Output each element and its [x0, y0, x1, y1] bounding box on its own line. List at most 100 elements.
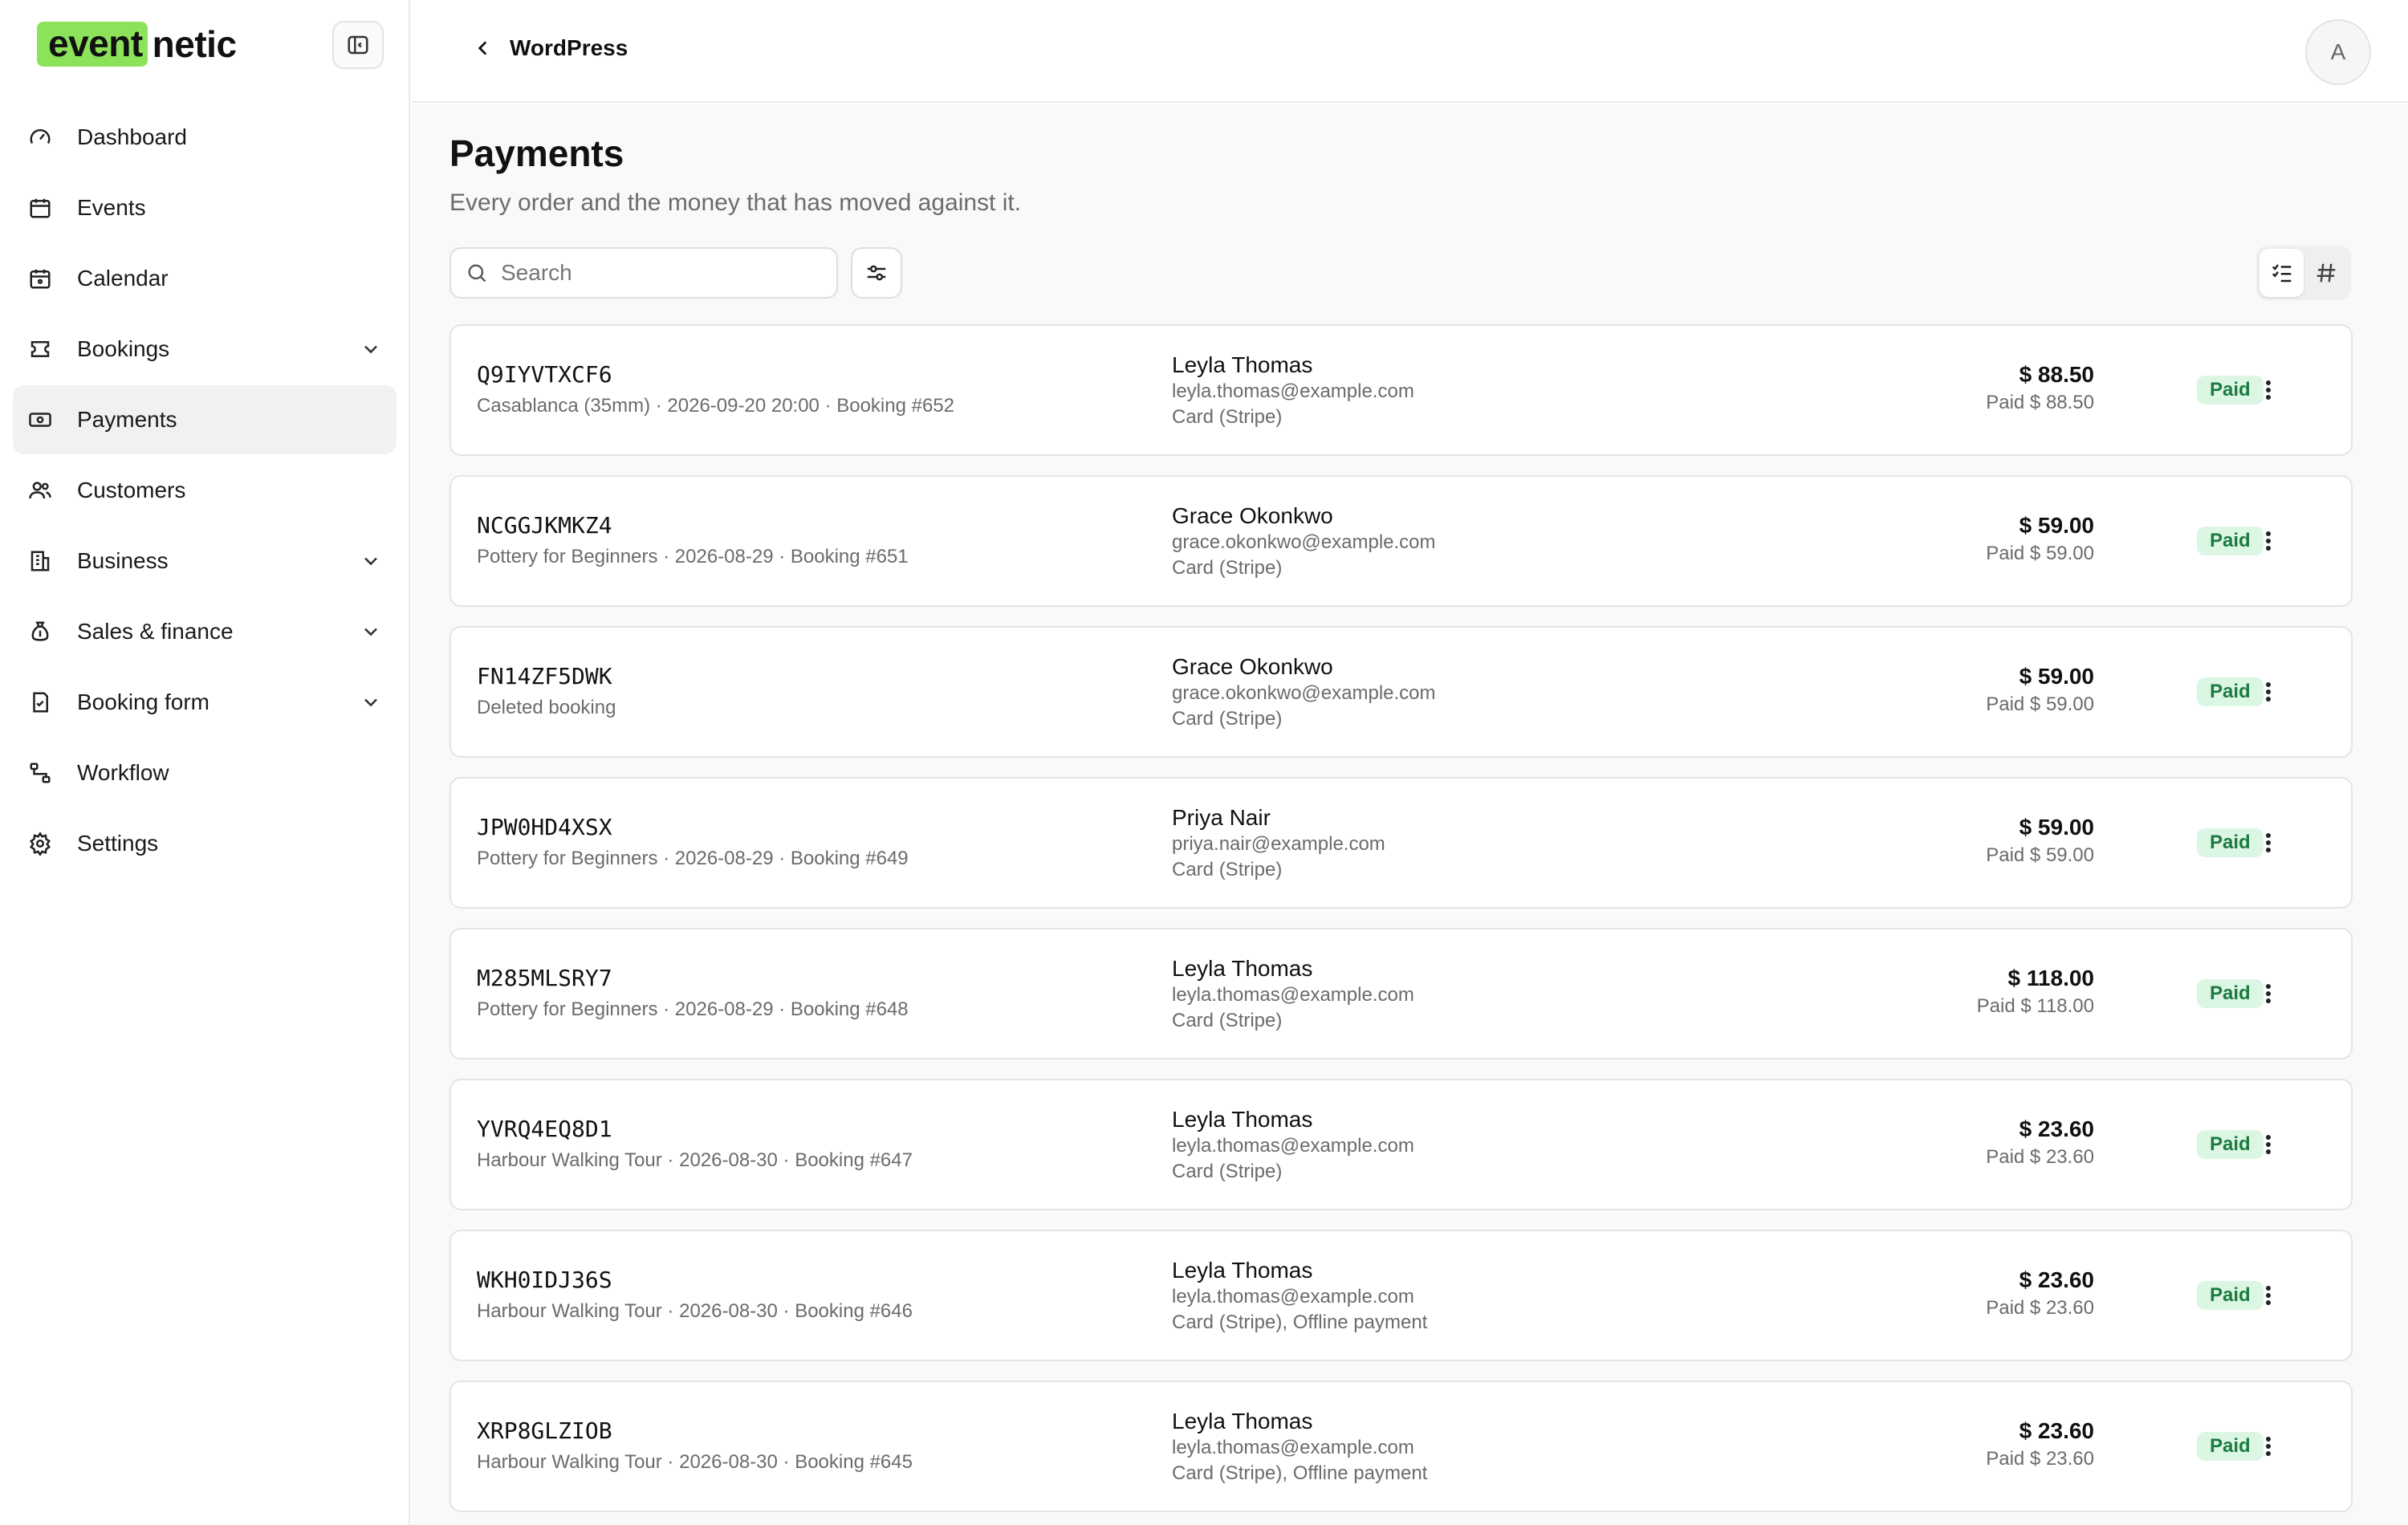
order-meta: Pottery for Beginners · 2026-08-29 · Boo… — [477, 848, 909, 869]
payment-row[interactable]: Q9IYVTXCF6 Casablanca (35mm) · 2026-09-2… — [449, 324, 2353, 456]
chevron-down-icon[interactable] — [360, 620, 382, 643]
customer-name: Grace Okonkwo — [1172, 503, 1333, 528]
order-total: $ 118.00 — [2007, 966, 2094, 990]
more-actions-button[interactable] — [2249, 1125, 2288, 1164]
amount-paid: Paid $ 118.00 — [1976, 995, 2094, 1017]
sidebar-item-business[interactable]: Business — [13, 527, 397, 596]
building-icon — [27, 548, 53, 574]
order-total: $ 59.00 — [2019, 815, 2094, 840]
customer-info: Leyla Thomas leyla.thomas@example.com Ca… — [1172, 955, 1414, 1034]
sidebar-item-workflow[interactable]: Workflow — [13, 738, 397, 807]
avatar[interactable]: A — [2305, 19, 2371, 85]
customer-email: priya.nair@example.com — [1172, 833, 1385, 855]
list-view-button[interactable] — [2260, 249, 2304, 297]
amount-paid: Paid $ 59.00 — [1986, 844, 2094, 866]
more-actions-button[interactable] — [2249, 824, 2288, 862]
payment-row[interactable]: FN14ZF5DWK Deleted booking Grace Okonkwo… — [449, 626, 2353, 758]
chevron-down-icon[interactable] — [360, 691, 382, 714]
ticket-icon — [27, 336, 53, 362]
payment-method: Card (Stripe), Offline payment — [1172, 1312, 1428, 1333]
page-subtitle: Every order and the money that has moved… — [449, 189, 1022, 216]
customer-email: leyla.thomas@example.com — [1172, 1437, 1414, 1458]
customer-info: Leyla Thomas leyla.thomas@example.com Ca… — [1172, 1106, 1414, 1185]
more-actions-button[interactable] — [2249, 673, 2288, 711]
filter-button[interactable] — [851, 247, 902, 299]
chevron-down-icon[interactable] — [360, 338, 382, 360]
grid-view-button[interactable] — [2304, 249, 2348, 297]
back-label: WordPress — [510, 35, 628, 60]
more-vertical-icon — [2266, 682, 2271, 702]
sidebar-item-label: Bookings — [77, 336, 170, 361]
order-total: $ 59.00 — [2019, 513, 2094, 538]
sidebar-item-payments[interactable]: Payments — [13, 385, 397, 454]
payment-row[interactable]: JPW0HD4XSX Pottery for Beginners · 2026-… — [449, 777, 2353, 909]
customer-email: leyla.thomas@example.com — [1172, 984, 1414, 1006]
search-icon — [468, 264, 486, 283]
sidebar-item-dashboard[interactable]: Dashboard — [13, 103, 397, 172]
sidebar-item-events[interactable]: Events — [13, 173, 397, 242]
amount-paid: Paid $ 23.60 — [1986, 1146, 2094, 1168]
more-vertical-icon — [2266, 984, 2271, 1003]
sidebar-item-label: Calendar — [77, 266, 169, 291]
users-icon — [27, 478, 53, 503]
payment-row[interactable]: WKH0IDJ36S Harbour Walking Tour · 2026-0… — [449, 1230, 2353, 1361]
order-total: $ 23.60 — [2019, 1267, 2094, 1292]
customer-info: Leyla Thomas leyla.thomas@example.com Ca… — [1172, 352, 1414, 430]
customer-name: Grace Okonkwo — [1172, 654, 1333, 679]
top-bar: WordPress A — [412, 0, 2408, 103]
sliders-icon — [867, 265, 886, 281]
logo-text: netic — [152, 23, 237, 65]
sidebar-item-customers[interactable]: Customers — [13, 456, 397, 525]
chevron-down-icon[interactable] — [360, 550, 382, 572]
payment-row[interactable]: NCGGJKMKZ4 Pottery for Beginners · 2026-… — [449, 475, 2353, 607]
more-vertical-icon — [2266, 833, 2271, 852]
sidebar-item-calendar[interactable]: Calendar — [13, 244, 397, 313]
payment-method: Card (Stripe) — [1172, 1161, 1283, 1182]
customer-name: Leyla Thomas — [1172, 1409, 1313, 1434]
sidebar-item-settings[interactable]: Settings — [13, 809, 397, 878]
gauge-icon — [27, 124, 53, 150]
sidebar: event netic Dashboard Events Calendar Boo… — [0, 0, 410, 1525]
collapse-sidebar-button[interactable] — [332, 21, 384, 69]
more-actions-button[interactable] — [2249, 1276, 2288, 1315]
search-input[interactable] — [501, 260, 822, 286]
search-box[interactable] — [449, 247, 838, 299]
payment-row[interactable]: M285MLSRY7 Pottery for Beginners · 2026-… — [449, 928, 2353, 1059]
amount-block: $ 59.00 Paid $ 59.00 — [1986, 512, 2094, 568]
sidebar-item-sales-finance[interactable]: Sales & finance — [13, 597, 397, 666]
order-meta: Harbour Walking Tour · 2026-08-30 · Book… — [477, 1451, 913, 1473]
amount-block: $ 23.60 Paid $ 23.60 — [1986, 1116, 2094, 1172]
sidebar-item-booking-form[interactable]: Booking form — [13, 668, 397, 737]
order-meta: Casablanca (35mm) · 2026-09-20 20:00 · B… — [477, 395, 955, 417]
order-total: $ 23.60 — [2019, 1418, 2094, 1443]
sidebar-item-label: Sales & finance — [77, 619, 234, 644]
view-toggle — [2256, 246, 2351, 300]
sidebar-item-label: Customers — [77, 478, 186, 502]
sidebar-item-label: Settings — [77, 831, 159, 856]
payment-row[interactable]: XRP8GLZIOB Harbour Walking Tour · 2026-0… — [449, 1381, 2353, 1512]
amount-block: $ 88.50 Paid $ 88.50 — [1986, 361, 2094, 417]
more-actions-button[interactable] — [2249, 371, 2288, 409]
sidebar-item-label: Events — [77, 195, 146, 220]
sidebar-nav: Dashboard Events Calendar Bookings Payme… — [13, 103, 397, 880]
order-total: $ 23.60 — [2019, 1116, 2094, 1141]
back-to-wordpress-link[interactable]: WordPress — [473, 35, 628, 61]
more-actions-button[interactable] — [2249, 974, 2288, 1013]
order-code: FN14ZF5DWK — [477, 663, 612, 689]
hash-icon — [2316, 263, 2335, 283]
sidebar-item-bookings[interactable]: Bookings — [13, 315, 397, 384]
main-content: Payments Every order and the money that … — [412, 104, 2408, 1525]
sidebar-item-label: Booking form — [77, 689, 209, 714]
money-bag-icon — [27, 619, 53, 645]
more-vertical-icon — [2266, 1135, 2271, 1154]
page-title: Payments — [449, 132, 624, 174]
customer-email: leyla.thomas@example.com — [1172, 1135, 1414, 1157]
payment-method: Card (Stripe) — [1172, 406, 1283, 428]
app-logo[interactable]: event netic — [37, 22, 237, 67]
payment-row[interactable]: YVRQ4EQ8D1 Harbour Walking Tour · 2026-0… — [449, 1079, 2353, 1210]
more-actions-button[interactable] — [2249, 522, 2288, 560]
customer-info: Priya Nair priya.nair@example.com Card (… — [1172, 804, 1385, 883]
more-actions-button[interactable] — [2249, 1427, 2288, 1466]
order-code: M285MLSRY7 — [477, 965, 612, 991]
payment-method: Card (Stripe) — [1172, 859, 1283, 880]
